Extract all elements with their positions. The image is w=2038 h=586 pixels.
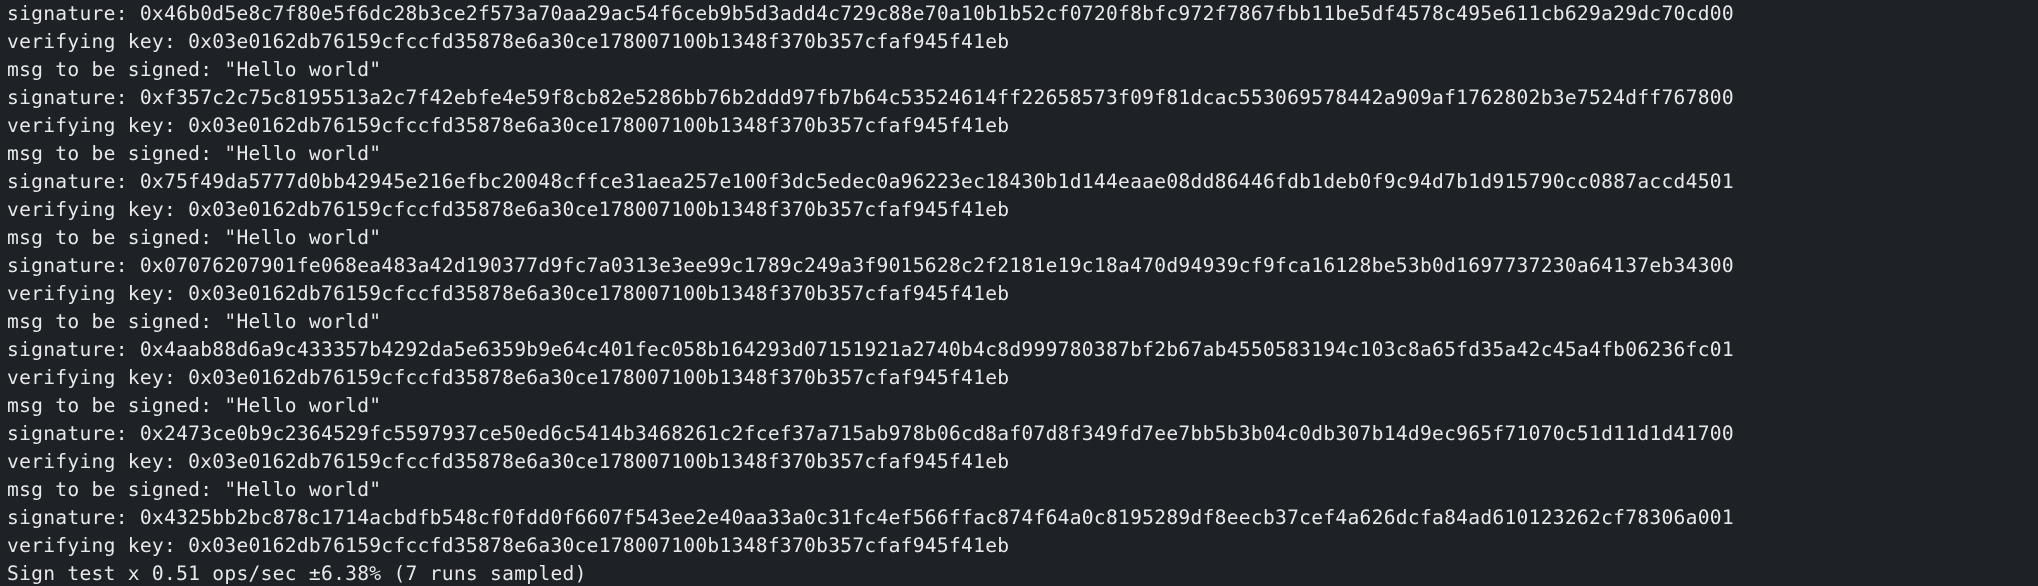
output-line: verifying key: 0x03e0162db76159cfccfd358… [7, 114, 1010, 137]
output-line: verifying key: 0x03e0162db76159cfccfd358… [7, 198, 1010, 221]
output-line: msg to be signed: "Hello world" [7, 226, 382, 249]
output-line: verifying key: 0x03e0162db76159cfccfd358… [7, 366, 1010, 389]
terminal-output[interactable]: signature: 0x46b0d5e8c7f80e5f6dc28b3ce2f… [0, 0, 2038, 586]
output-line: msg to be signed: "Hello world" [7, 58, 382, 81]
output-line: msg to be signed: "Hello world" [7, 310, 382, 333]
output-line: msg to be signed: "Hello world" [7, 142, 382, 165]
output-line: signature: 0x46b0d5e8c7f80e5f6dc28b3ce2f… [7, 2, 1734, 25]
output-line: signature: 0x4aab88d6a9c433357b4292da5e6… [7, 338, 1734, 361]
output-line: signature: 0x2473ce0b9c2364529fc5597937c… [7, 422, 1734, 445]
output-line: msg to be signed: "Hello world" [7, 478, 382, 501]
output-line: verifying key: 0x03e0162db76159cfccfd358… [7, 450, 1010, 473]
output-line: msg to be signed: "Hello world" [7, 394, 382, 417]
output-line: verifying key: 0x03e0162db76159cfccfd358… [7, 30, 1010, 53]
benchmark-result-line: Sign test x 0.51 ops/sec ±6.38% (7 runs … [7, 562, 587, 585]
output-line: verifying key: 0x03e0162db76159cfccfd358… [7, 534, 1010, 557]
output-line: signature: 0x07076207901fe068ea483a42d19… [7, 254, 1734, 277]
output-line: signature: 0x4325bb2bc878c1714acbdfb548c… [7, 506, 1734, 529]
output-line: verifying key: 0x03e0162db76159cfccfd358… [7, 282, 1010, 305]
output-line: signature: 0x75f49da5777d0bb42945e216efb… [7, 170, 1734, 193]
output-line: signature: 0xf357c2c75c8195513a2c7f42ebf… [7, 86, 1734, 109]
